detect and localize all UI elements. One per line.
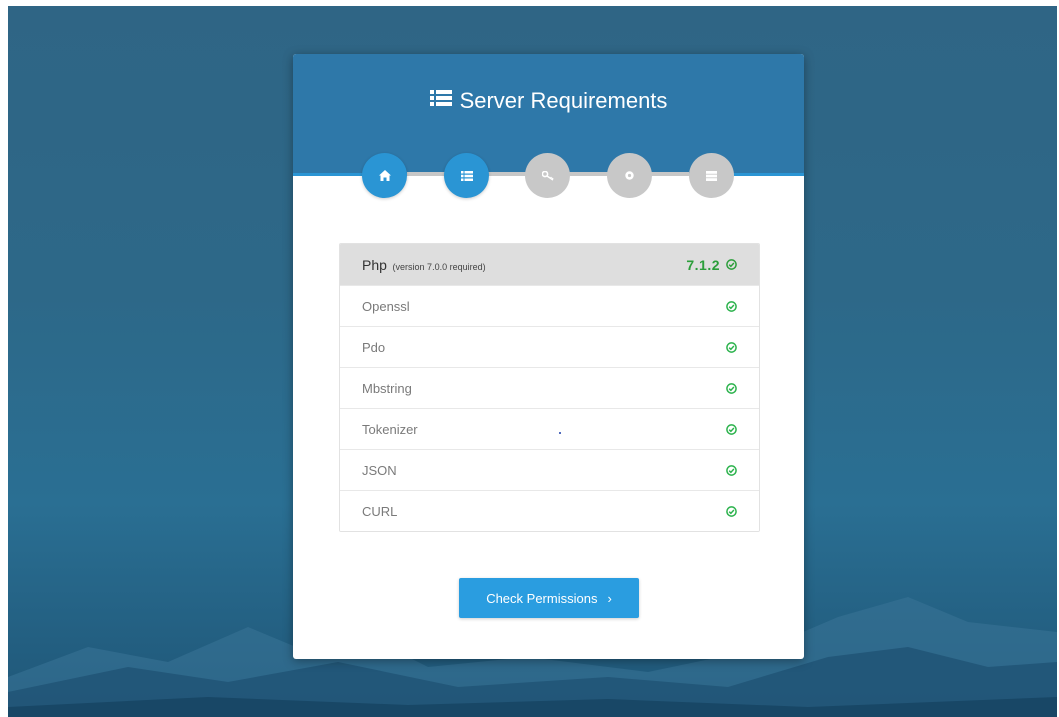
page-title-text: Server Requirements (459, 88, 668, 113)
requirement-label: Tokenizer (362, 421, 418, 437)
list-icon (460, 170, 473, 181)
step-connector (407, 172, 445, 176)
check-circle-icon (726, 464, 737, 476)
check-circle-icon (726, 505, 737, 517)
requirements-header-row: Php (version 7.0.0 required) 7.1.2 (340, 244, 759, 285)
check-circle-icon (726, 382, 737, 394)
requirements-table: Php (version 7.0.0 required) 7.1.2 Opens… (339, 243, 760, 532)
check-circle-icon (726, 300, 737, 312)
requirement-label: Openssl (362, 298, 410, 314)
requirement-label: CURL (362, 503, 398, 519)
step-welcome[interactable] (362, 153, 407, 198)
key-icon (541, 170, 554, 181)
page-title: Server Requirements (293, 86, 804, 116)
button-label: Check Permissions (486, 590, 598, 606)
php-status: 7.1.2 (686, 257, 737, 273)
step-connector (651, 172, 689, 176)
step-environment[interactable] (607, 153, 652, 198)
cursor-dot (559, 432, 561, 434)
check-permissions-button[interactable]: Check Permissions › (459, 578, 639, 618)
requirement-row-mbstring: Mbstring (340, 367, 759, 408)
list-icon (429, 85, 452, 115)
installer-card: Server Requirements Php (version 7.0.0 r… (293, 54, 804, 659)
requirement-label: Pdo (362, 339, 386, 355)
requirement-row-json: JSON (340, 449, 759, 490)
step-permissions[interactable] (525, 153, 570, 198)
step-final[interactable] (689, 153, 734, 198)
requirement-row-pdo: Pdo (340, 326, 759, 367)
check-circle-icon (726, 341, 737, 353)
home-icon (378, 170, 391, 181)
server-icon (706, 170, 717, 181)
check-circle-icon (726, 259, 737, 270)
php-requirement: Php (version 7.0.0 required) (362, 257, 486, 273)
chevron-right-icon: › (607, 590, 612, 606)
requirement-label: JSON (362, 462, 397, 478)
step-requirements[interactable] (444, 153, 489, 198)
cog-icon (625, 171, 634, 180)
php-version-note: (version 7.0.0 required) (392, 261, 486, 272)
check-circle-icon (726, 423, 737, 435)
php-label: Php (362, 256, 387, 273)
php-version: 7.1.2 (686, 256, 720, 273)
requirement-label: Mbstring (362, 380, 412, 396)
requirement-row-tokenizer: Tokenizer (340, 408, 759, 449)
step-connector (488, 172, 526, 176)
requirement-row-curl: CURL (340, 490, 759, 531)
requirement-row-openssl: Openssl (340, 285, 759, 326)
step-connector (569, 172, 608, 176)
